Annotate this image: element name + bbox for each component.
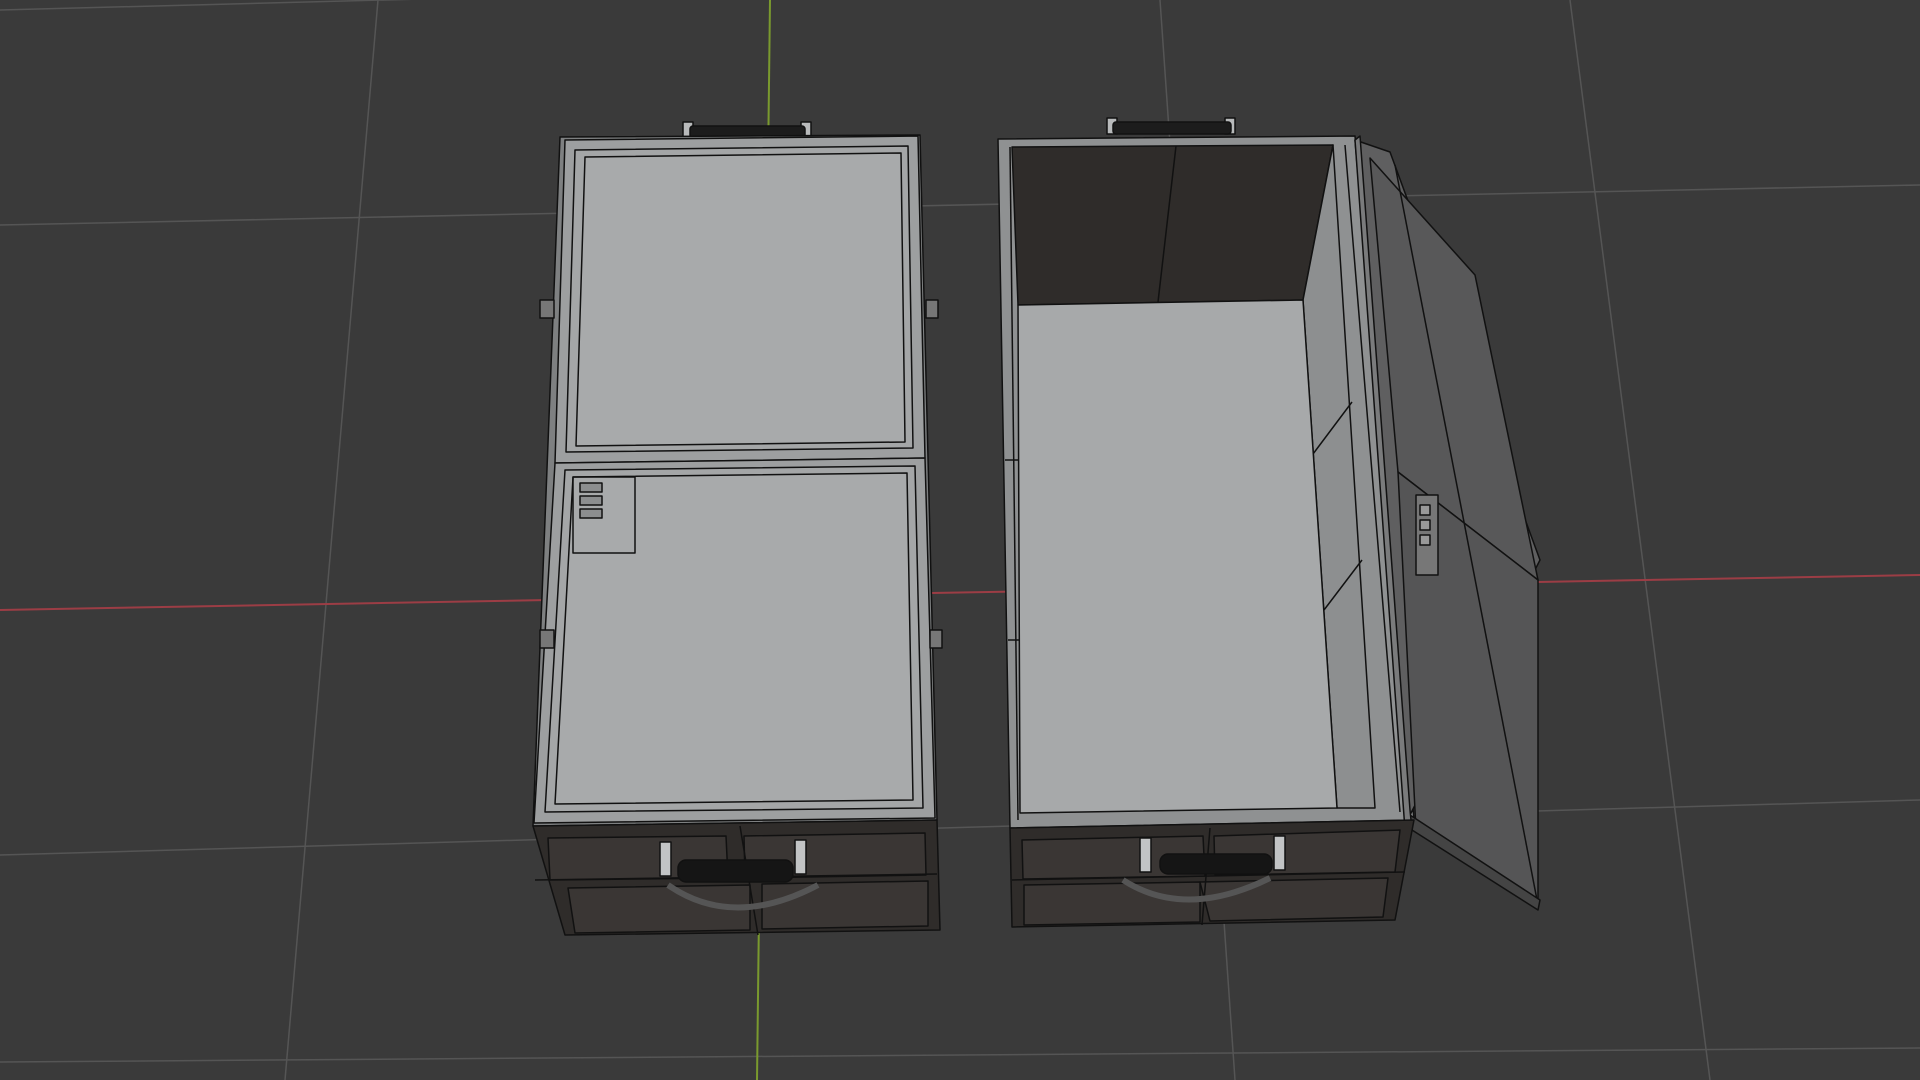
- interior-back-wall: [1011, 144, 1334, 306]
- 3d-viewport[interactable]: [0, 0, 1920, 1080]
- lid-upper-panel: [554, 135, 926, 464]
- viewport-background: [0, 0, 1920, 1080]
- interior-floor: [1017, 299, 1338, 814]
- viewport-canvas[interactable]: [0, 0, 1920, 1080]
- crate-closed[interactable]: [532, 121, 943, 936]
